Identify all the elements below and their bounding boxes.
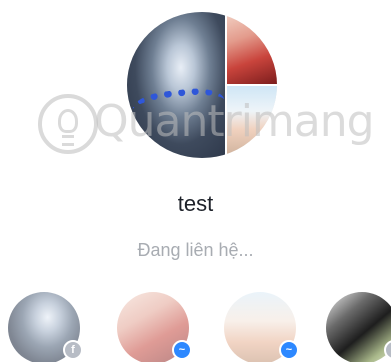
group-avatar-divider bbox=[227, 84, 277, 86]
group-avatar-photo-main bbox=[127, 12, 225, 158]
participant-avatar[interactable]: f bbox=[8, 292, 83, 362]
conversation-name: test bbox=[177, 191, 214, 216]
participant-avatar[interactable]: ~ bbox=[117, 292, 192, 362]
call-screen: Quantrimang test Đang liên hệ... f ~ ~ f bbox=[0, 0, 391, 362]
participant-avatar[interactable]: f bbox=[326, 292, 391, 362]
group-avatar bbox=[127, 12, 277, 158]
participant-avatar[interactable]: ~ bbox=[224, 292, 299, 362]
facebook-icon: f bbox=[384, 340, 391, 360]
group-avatar-photo-top-right bbox=[227, 12, 277, 84]
call-status: Đang liên hệ... bbox=[137, 240, 254, 260]
avatar bbox=[326, 292, 391, 362]
messenger-icon: ~ bbox=[172, 340, 192, 360]
facebook-icon: f bbox=[63, 340, 83, 360]
messenger-icon: ~ bbox=[279, 340, 299, 360]
group-avatar-photo-bottom-right bbox=[227, 86, 277, 158]
lightbulb-icon bbox=[38, 94, 98, 154]
